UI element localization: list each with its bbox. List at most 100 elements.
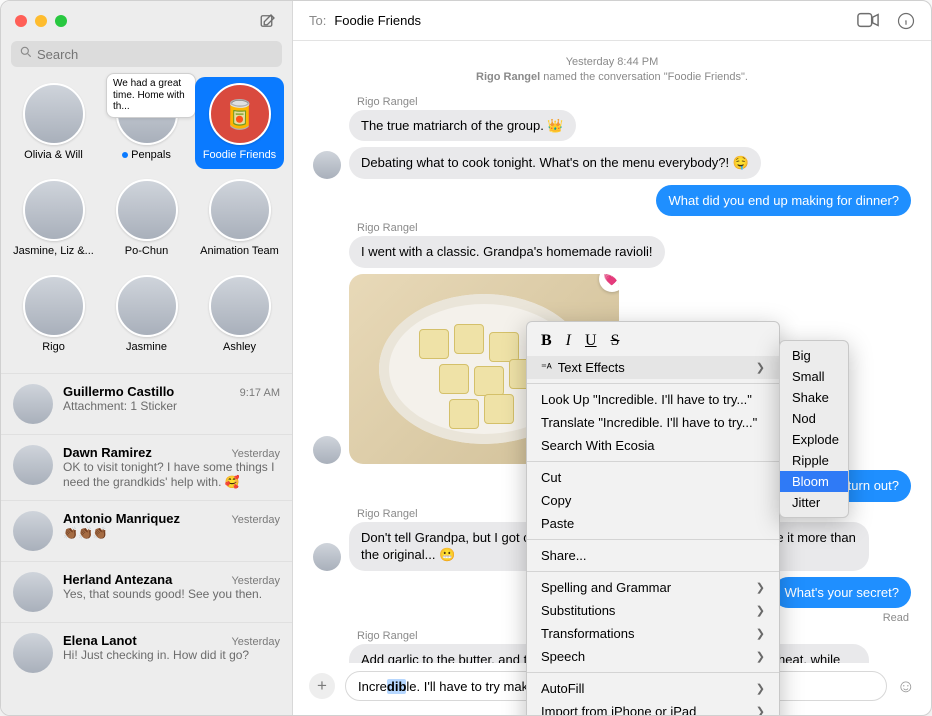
conversation-preview: Hi! Just checking in. How did it go? xyxy=(63,648,280,663)
menu-text-effects[interactable]: ⁼ᴬText Effects ❯ xyxy=(527,356,779,379)
pin-label: Animation Team xyxy=(200,245,279,257)
pinned-conversations: Olivia & WillWe had a great time. Home w… xyxy=(1,77,292,373)
pinned-conversation[interactable]: Jasmine xyxy=(102,269,191,361)
facetime-icon[interactable] xyxy=(857,12,879,30)
list-item[interactable]: Herland Antezana Yesterday Yes, that sou… xyxy=(1,561,292,622)
avatar xyxy=(116,179,178,241)
avatar xyxy=(313,151,341,179)
conversation-preview: 👏🏾👏🏾👏🏾 xyxy=(63,526,280,541)
menu-transformations[interactable]: Transformations❯ xyxy=(527,622,779,645)
avatar xyxy=(313,436,341,464)
window-controls xyxy=(15,15,67,27)
menu-paste[interactable]: Paste xyxy=(527,512,779,535)
conversation-preview: OK to visit tonight? I have some things … xyxy=(63,460,280,490)
menu-speech[interactable]: Speech❯ xyxy=(527,645,779,668)
context-menu[interactable]: B I U S ⁼ᴬText Effects ❯ Look Up "Incred… xyxy=(526,321,780,716)
message-bubble[interactable]: Debating what to cook tonight. What's on… xyxy=(349,147,761,179)
avatar xyxy=(23,83,85,145)
submenu-item-ripple[interactable]: Ripple xyxy=(780,450,848,471)
submenu-item-explode[interactable]: Explode xyxy=(780,429,848,450)
text-effects-icon: ⁼ᴬ xyxy=(541,361,552,374)
message-bubble[interactable]: What did you end up making for dinner? xyxy=(656,185,911,217)
search-input[interactable] xyxy=(11,41,282,67)
conversation-name: Dawn Ramirez xyxy=(63,445,152,460)
menu-spelling[interactable]: Spelling and Grammar❯ xyxy=(527,576,779,599)
sidebar: Olivia & WillWe had a great time. Home w… xyxy=(1,1,293,715)
submenu-item-big[interactable]: Big xyxy=(780,345,848,366)
message-bubble[interactable]: The true matriarch of the group. 👑 xyxy=(349,110,576,142)
list-item[interactable]: Antonio Manriquez Yesterday 👏🏾👏🏾👏🏾 xyxy=(1,500,292,561)
pinned-conversation[interactable]: Animation Team xyxy=(195,173,284,265)
list-item[interactable]: Elena Lanot Yesterday Hi! Just checking … xyxy=(1,622,292,683)
menu-share[interactable]: Share... xyxy=(527,544,779,567)
conversation-list[interactable]: Guillermo Castillo 9:17 AM Attachment: 1… xyxy=(1,373,292,715)
menu-look-up[interactable]: Look Up "Incredible. I'll have to try...… xyxy=(527,388,779,411)
avatar xyxy=(23,179,85,241)
message-row: What did you end up making for dinner? xyxy=(313,185,911,217)
conversation-name: Herland Antezana xyxy=(63,572,172,587)
pin-preview-bubble: We had a great time. Home with th... xyxy=(106,73,196,118)
menu-translate[interactable]: Translate "Incredible. I'll have to try.… xyxy=(527,411,779,434)
pin-label: Jasmine xyxy=(126,341,167,353)
underline-toggle[interactable]: U xyxy=(585,332,597,350)
avatar xyxy=(209,275,271,337)
pin-label: Po-Chun xyxy=(125,245,168,257)
to-value[interactable]: Foodie Friends xyxy=(334,13,421,28)
pinned-conversation[interactable]: Rigo xyxy=(9,269,98,361)
conversation-time: Yesterday xyxy=(231,448,280,460)
add-attachment-button[interactable]: + xyxy=(309,673,335,699)
search-icon xyxy=(19,45,33,59)
emoji-picker-button[interactable]: ☺ xyxy=(897,676,915,697)
text-effects-submenu[interactable]: BigSmallShakeNodExplodeRippleBloomJitter xyxy=(779,340,849,518)
pin-label: Jasmine, Liz &... xyxy=(13,245,94,257)
zoom-window[interactable] xyxy=(55,15,67,27)
list-item[interactable]: Dawn Ramirez Yesterday OK to visit tonig… xyxy=(1,434,292,500)
menu-import[interactable]: Import from iPhone or iPad❯ xyxy=(527,700,779,716)
avatar: 🥫 xyxy=(209,83,271,145)
pin-label: Ashley xyxy=(223,341,256,353)
minimize-window[interactable] xyxy=(35,15,47,27)
menu-substitutions[interactable]: Substitutions❯ xyxy=(527,599,779,622)
message-row: Debating what to cook tonight. What's on… xyxy=(313,147,911,179)
menu-autofill[interactable]: AutoFill❯ xyxy=(527,677,779,700)
titlebar xyxy=(1,1,292,41)
compose-button[interactable] xyxy=(258,11,278,31)
italic-toggle[interactable]: I xyxy=(566,332,571,350)
submenu-item-nod[interactable]: Nod xyxy=(780,408,848,429)
pinned-conversation[interactable]: Jasmine, Liz &... xyxy=(9,173,98,265)
message-row: The true matriarch of the group. 👑 xyxy=(313,110,911,142)
bold-toggle[interactable]: B xyxy=(541,332,552,350)
message-bubble[interactable]: What's your secret? xyxy=(773,577,911,609)
info-icon[interactable] xyxy=(897,12,915,30)
pinned-conversation[interactable]: Olivia & Will xyxy=(9,77,98,169)
avatar xyxy=(23,275,85,337)
chevron-right-icon: ❯ xyxy=(756,361,765,374)
conversation-name: Antonio Manriquez xyxy=(63,511,180,526)
list-item[interactable]: Guillermo Castillo 9:17 AM Attachment: 1… xyxy=(1,373,292,434)
avatar xyxy=(209,179,271,241)
conversation-time: Yesterday xyxy=(231,636,280,648)
conversation-header: To: Foodie Friends xyxy=(293,1,931,41)
conversation-time: Yesterday xyxy=(231,514,280,526)
format-row: B I U S xyxy=(527,326,779,356)
pinned-conversation[interactable]: 🥫 Foodie Friends xyxy=(195,77,284,169)
close-window[interactable] xyxy=(15,15,27,27)
tapback-love[interactable]: 💗 xyxy=(599,274,619,292)
pinned-conversation[interactable]: Po-Chun xyxy=(102,173,191,265)
menu-search-web[interactable]: Search With Ecosia xyxy=(527,434,779,457)
submenu-item-bloom[interactable]: Bloom xyxy=(780,471,848,492)
avatar xyxy=(116,275,178,337)
strike-toggle[interactable]: S xyxy=(611,332,620,350)
message-bubble[interactable]: I went with a classic. Grandpa's homemad… xyxy=(349,236,665,268)
pin-label: Penpals xyxy=(122,149,171,161)
submenu-item-small[interactable]: Small xyxy=(780,366,848,387)
menu-cut[interactable]: Cut xyxy=(527,466,779,489)
pinned-conversation[interactable]: Ashley xyxy=(195,269,284,361)
pin-label: Rigo xyxy=(42,341,65,353)
submenu-item-shake[interactable]: Shake xyxy=(780,387,848,408)
submenu-item-jitter[interactable]: Jitter xyxy=(780,492,848,513)
avatar xyxy=(13,445,53,485)
menu-copy[interactable]: Copy xyxy=(527,489,779,512)
pinned-conversation[interactable]: We had a great time. Home with th... Pen… xyxy=(102,77,191,169)
sender-label: Rigo Rangel xyxy=(357,96,911,108)
